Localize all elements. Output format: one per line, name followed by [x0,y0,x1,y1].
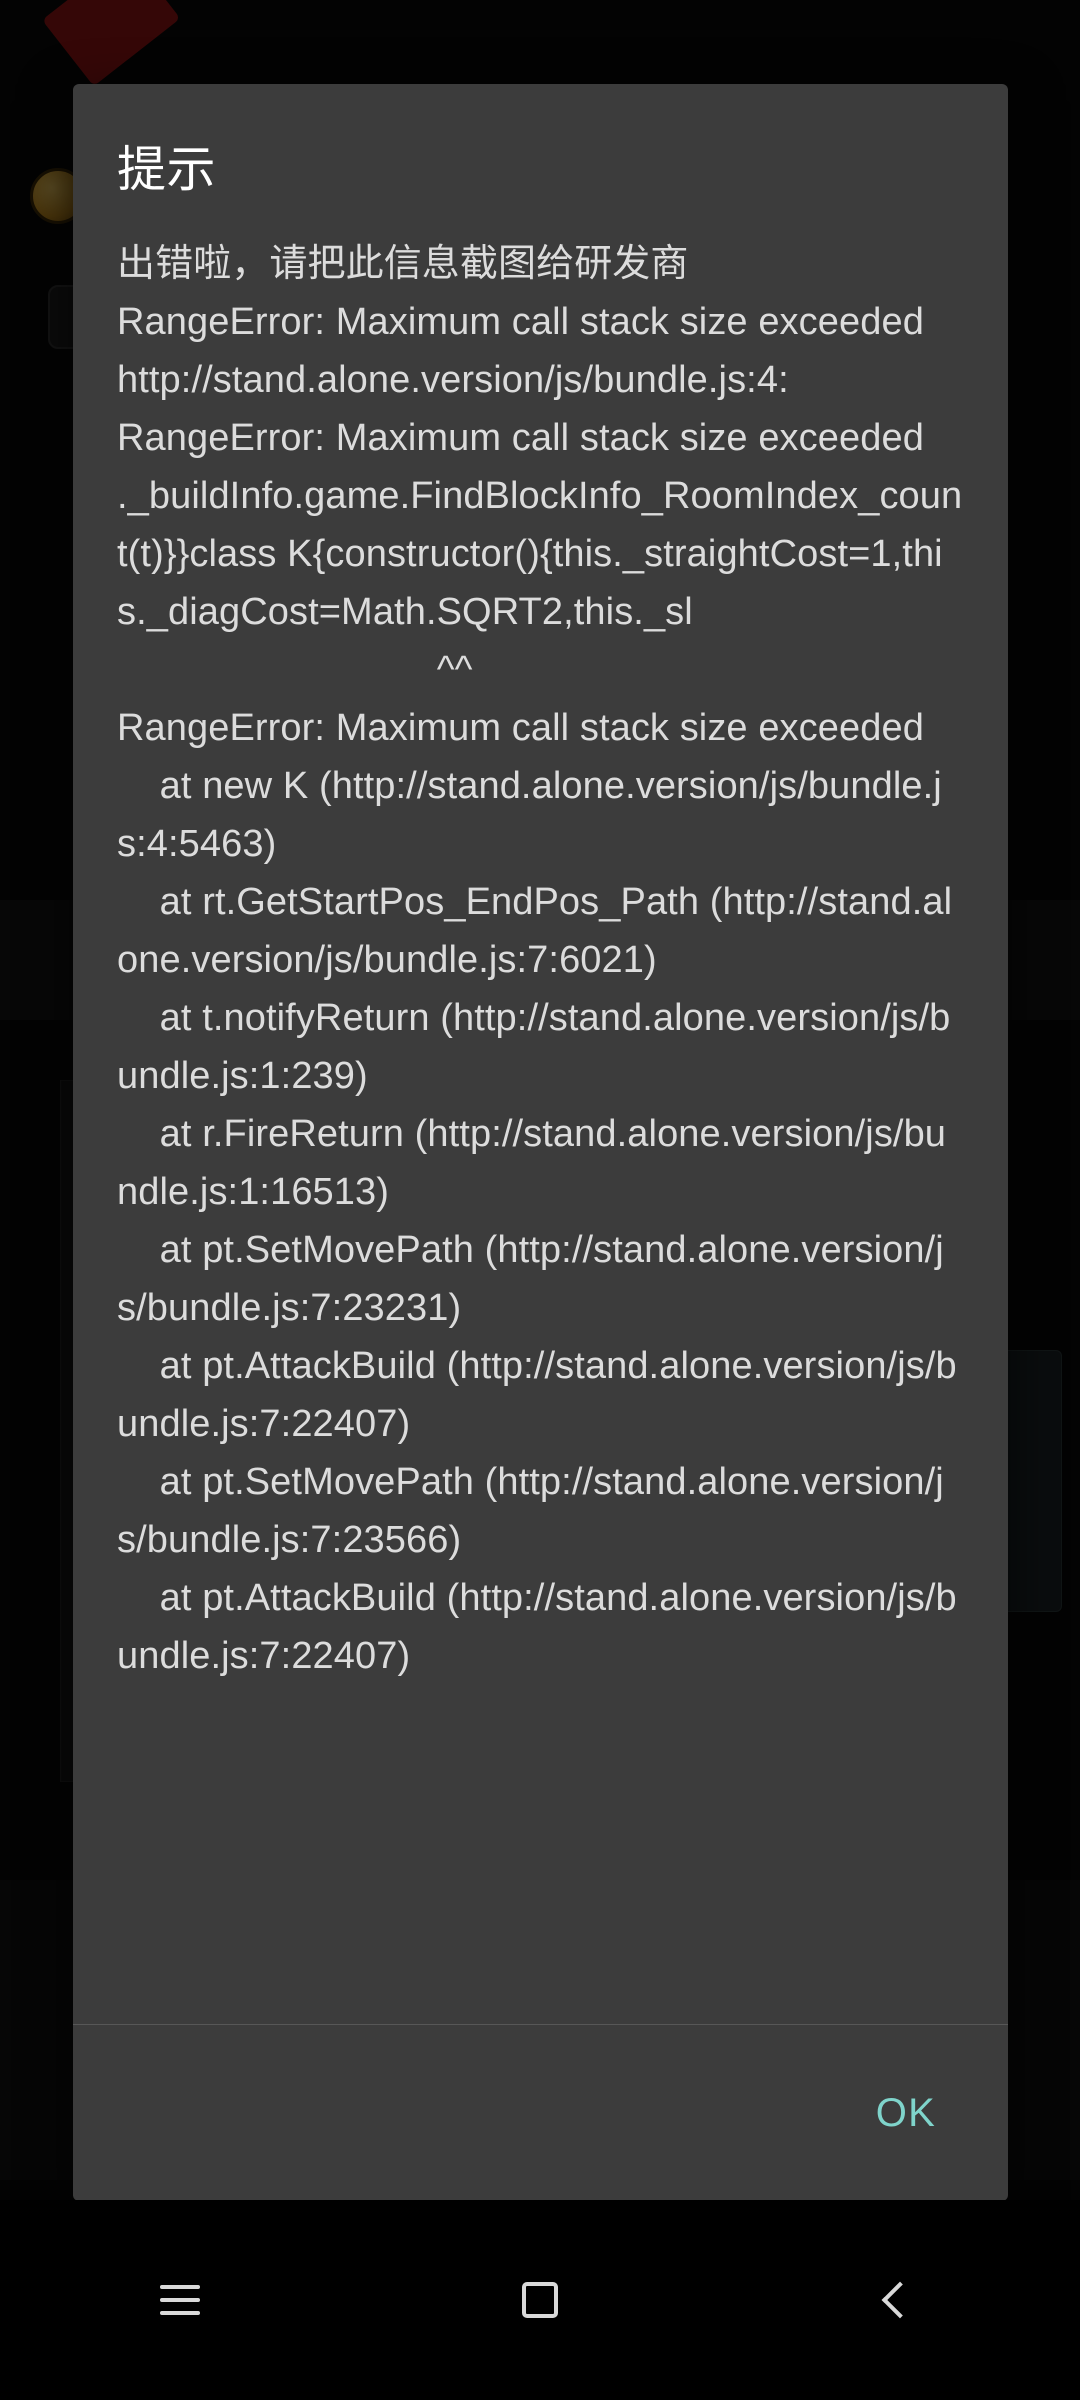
recents-button[interactable] [105,2245,255,2355]
dialog-title: 提示 [117,143,217,197]
recents-icon [160,2285,200,2315]
alert-dialog: 提示 出错啦，请把此信息截图给研发商 RangeError: Maximum c… [73,84,1008,2201]
android-navigation-bar [0,2200,1080,2400]
dialog-message-text: 出错啦，请把此信息截图给研发商 RangeError: Maximum call… [117,242,963,1677]
dialog-message-scroll-area[interactable]: 出错啦，请把此信息截图给研发商 RangeError: Maximum call… [73,235,1008,2024]
back-icon [881,2281,919,2319]
home-icon [522,2282,558,2318]
dialog-action-bar: OK [73,2025,1008,2201]
ok-button[interactable]: OK [846,2073,966,2154]
back-button[interactable] [825,2245,975,2355]
home-button[interactable] [465,2245,615,2355]
